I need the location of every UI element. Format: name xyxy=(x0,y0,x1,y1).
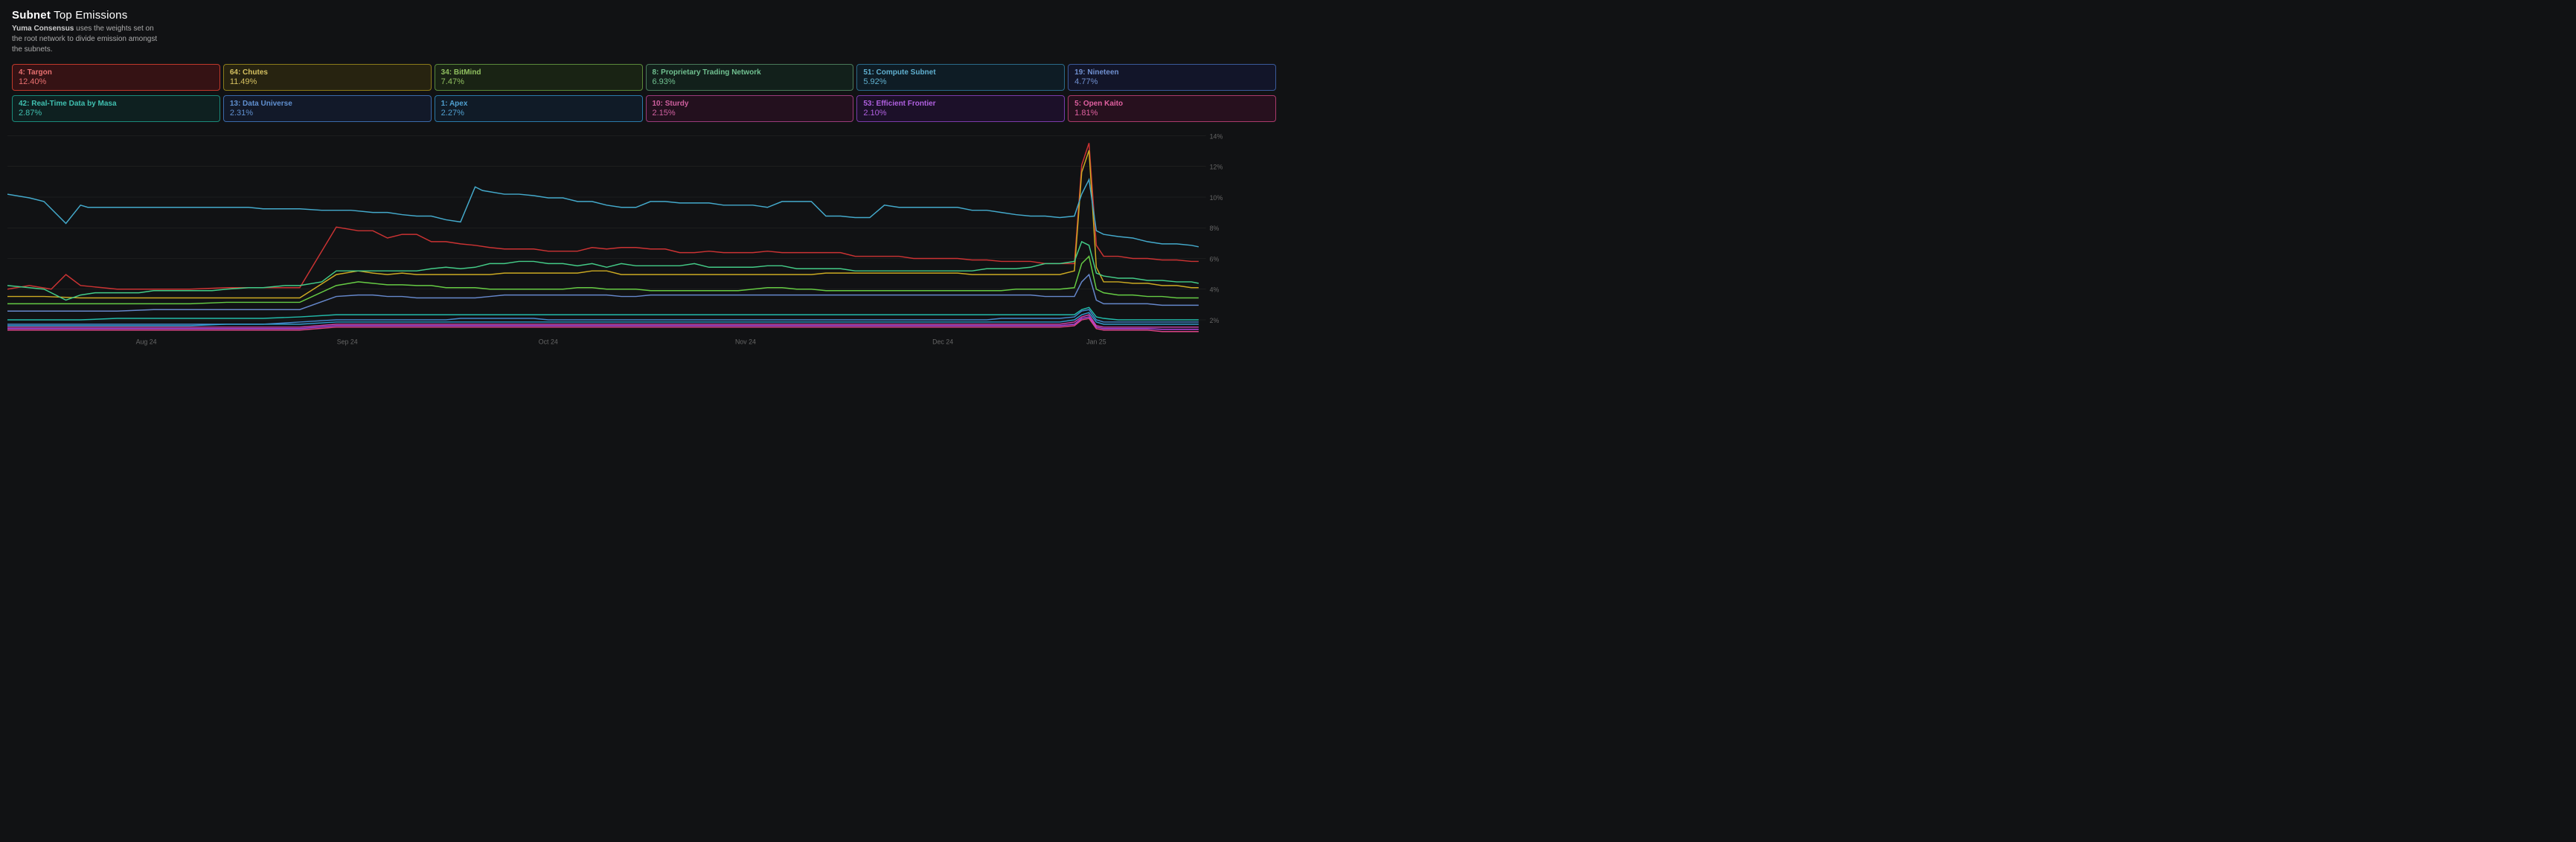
legend-item-8[interactable]: 8: Proprietary Trading Network 6.93% xyxy=(646,64,854,91)
legend-name-5: 5: Open Kaito xyxy=(1074,100,1269,108)
legend-row-2: 42: Real-Time Data by Masa 2.87% 13: Dat… xyxy=(0,95,1288,126)
legend-item-53[interactable]: 53: Efficient Frontier 2.10% xyxy=(856,95,1065,122)
legend-item-13[interactable]: 13: Data Universe 2.31% xyxy=(223,95,432,122)
line-compute xyxy=(7,179,1199,246)
legend-value-4: 12.40% xyxy=(19,77,214,86)
svg-text:6%: 6% xyxy=(1210,255,1220,263)
legend-name-1: 1: Apex xyxy=(441,100,636,108)
legend-value-8: 6.93% xyxy=(653,77,848,86)
subtitle: Yuma Consensus uses the weights set on t… xyxy=(12,24,161,55)
legend-name-53: 53: Efficient Frontier xyxy=(863,100,1058,108)
page-title: Subnet Top Emissions xyxy=(12,9,1276,22)
legend-item-4[interactable]: 4: Targon 12.40% xyxy=(12,64,220,91)
legend-name-8: 8: Proprietary Trading Network xyxy=(653,68,848,77)
svg-text:2%: 2% xyxy=(1210,317,1220,324)
svg-text:Oct 24: Oct 24 xyxy=(539,338,558,345)
line-nineteen xyxy=(7,274,1199,311)
title-rest: Top Emissions xyxy=(51,9,127,22)
legend-name-64: 64: Chutes xyxy=(230,68,425,77)
legend-value-19: 4.77% xyxy=(1074,77,1269,86)
legend-name-4: 4: Targon xyxy=(19,68,214,77)
header: Subnet Top Emissions Yuma Consensus uses… xyxy=(0,0,1288,60)
legend-value-5: 1.81% xyxy=(1074,109,1269,118)
legend-name-51: 51: Compute Subnet xyxy=(863,68,1058,77)
legend-value-51: 5.92% xyxy=(863,77,1058,86)
legend-item-64[interactable]: 64: Chutes 11.49% xyxy=(223,64,432,91)
legend-value-64: 11.49% xyxy=(230,77,425,86)
legend-value-34: 7.47% xyxy=(441,77,636,86)
legend-item-1[interactable]: 1: Apex 2.27% xyxy=(435,95,643,122)
legend-name-34: 34: BitMind xyxy=(441,68,636,77)
legend-value-10: 2.15% xyxy=(653,109,848,118)
legend-name-42: 42: Real-Time Data by Masa xyxy=(19,100,214,108)
legend-name-13: 13: Data Universe xyxy=(230,100,425,108)
legend-value-13: 2.31% xyxy=(230,109,425,118)
legend-value-53: 2.10% xyxy=(863,109,1058,118)
svg-text:12%: 12% xyxy=(1210,164,1223,171)
svg-text:Dec 24: Dec 24 xyxy=(932,338,953,345)
legend-value-42: 2.87% xyxy=(19,109,214,118)
line-targon xyxy=(7,143,1199,289)
legend-item-5[interactable]: 5: Open Kaito 1.81% xyxy=(1068,95,1276,122)
legend-item-42[interactable]: 42: Real-Time Data by Masa 2.87% xyxy=(12,95,220,122)
svg-text:Aug 24: Aug 24 xyxy=(136,338,157,345)
page-container: Subnet Top Emissions Yuma Consensus uses… xyxy=(0,0,1288,350)
legend-item-10[interactable]: 10: Sturdy 2.15% xyxy=(646,95,854,122)
svg-text:14%: 14% xyxy=(1210,132,1223,140)
svg-text:Sep 24: Sep 24 xyxy=(337,338,358,345)
svg-text:10%: 10% xyxy=(1210,194,1223,202)
subtitle-bold: Yuma Consensus xyxy=(12,25,74,33)
legend-name-10: 10: Sturdy xyxy=(653,100,848,108)
line-chutes xyxy=(7,150,1199,298)
svg-text:4%: 4% xyxy=(1210,286,1220,294)
title-bold: Subnet xyxy=(12,9,51,22)
legend-value-1: 2.27% xyxy=(441,109,636,118)
svg-text:Nov 24: Nov 24 xyxy=(735,338,756,345)
svg-text:Jan 25: Jan 25 xyxy=(1086,338,1106,345)
legend-name-19: 19: Nineteen xyxy=(1074,68,1269,77)
legend-item-34[interactable]: 34: BitMind 7.47% xyxy=(435,64,643,91)
chart-svg: 14% 12% 10% 8% 6% 4% 2% xyxy=(7,126,1235,350)
legend-row-1: 4: Targon 12.40% 64: Chutes 11.49% 34: B… xyxy=(0,60,1288,95)
legend-item-51[interactable]: 51: Compute Subnet 5.92% xyxy=(856,64,1065,91)
svg-text:8%: 8% xyxy=(1210,225,1220,232)
legend-item-19[interactable]: 19: Nineteen 4.77% xyxy=(1068,64,1276,91)
line-bitmind xyxy=(7,257,1199,304)
